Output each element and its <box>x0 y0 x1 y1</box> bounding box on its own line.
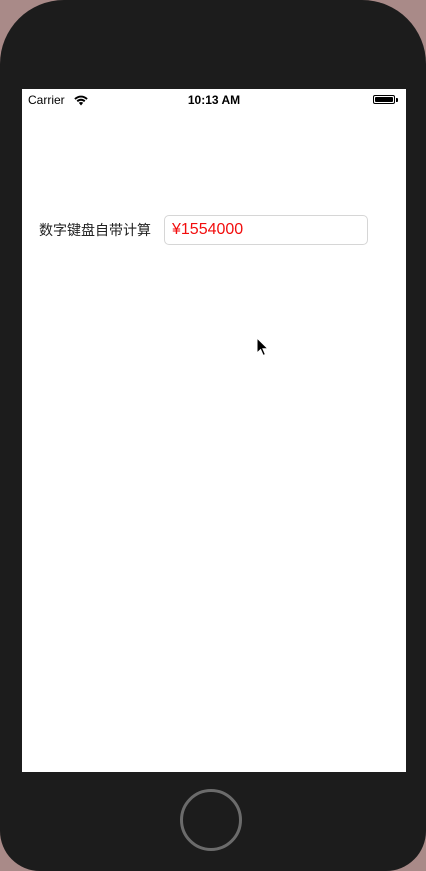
battery-icon <box>373 95 395 104</box>
mouse-pointer-icon <box>256 337 270 357</box>
battery-tip <box>396 98 398 102</box>
device-frame: Carrier 10:13 AM 数字键盘自带计算 <box>0 0 426 871</box>
calculator-label: 数字键盘自带计算 <box>39 223 151 239</box>
home-button[interactable] <box>180 789 242 851</box>
status-bar: Carrier 10:13 AM <box>22 89 406 111</box>
amount-input[interactable] <box>164 215 368 245</box>
status-time: 10:13 AM <box>187 93 241 107</box>
screen: Carrier 10:13 AM 数字键盘自带计算 <box>22 89 406 772</box>
